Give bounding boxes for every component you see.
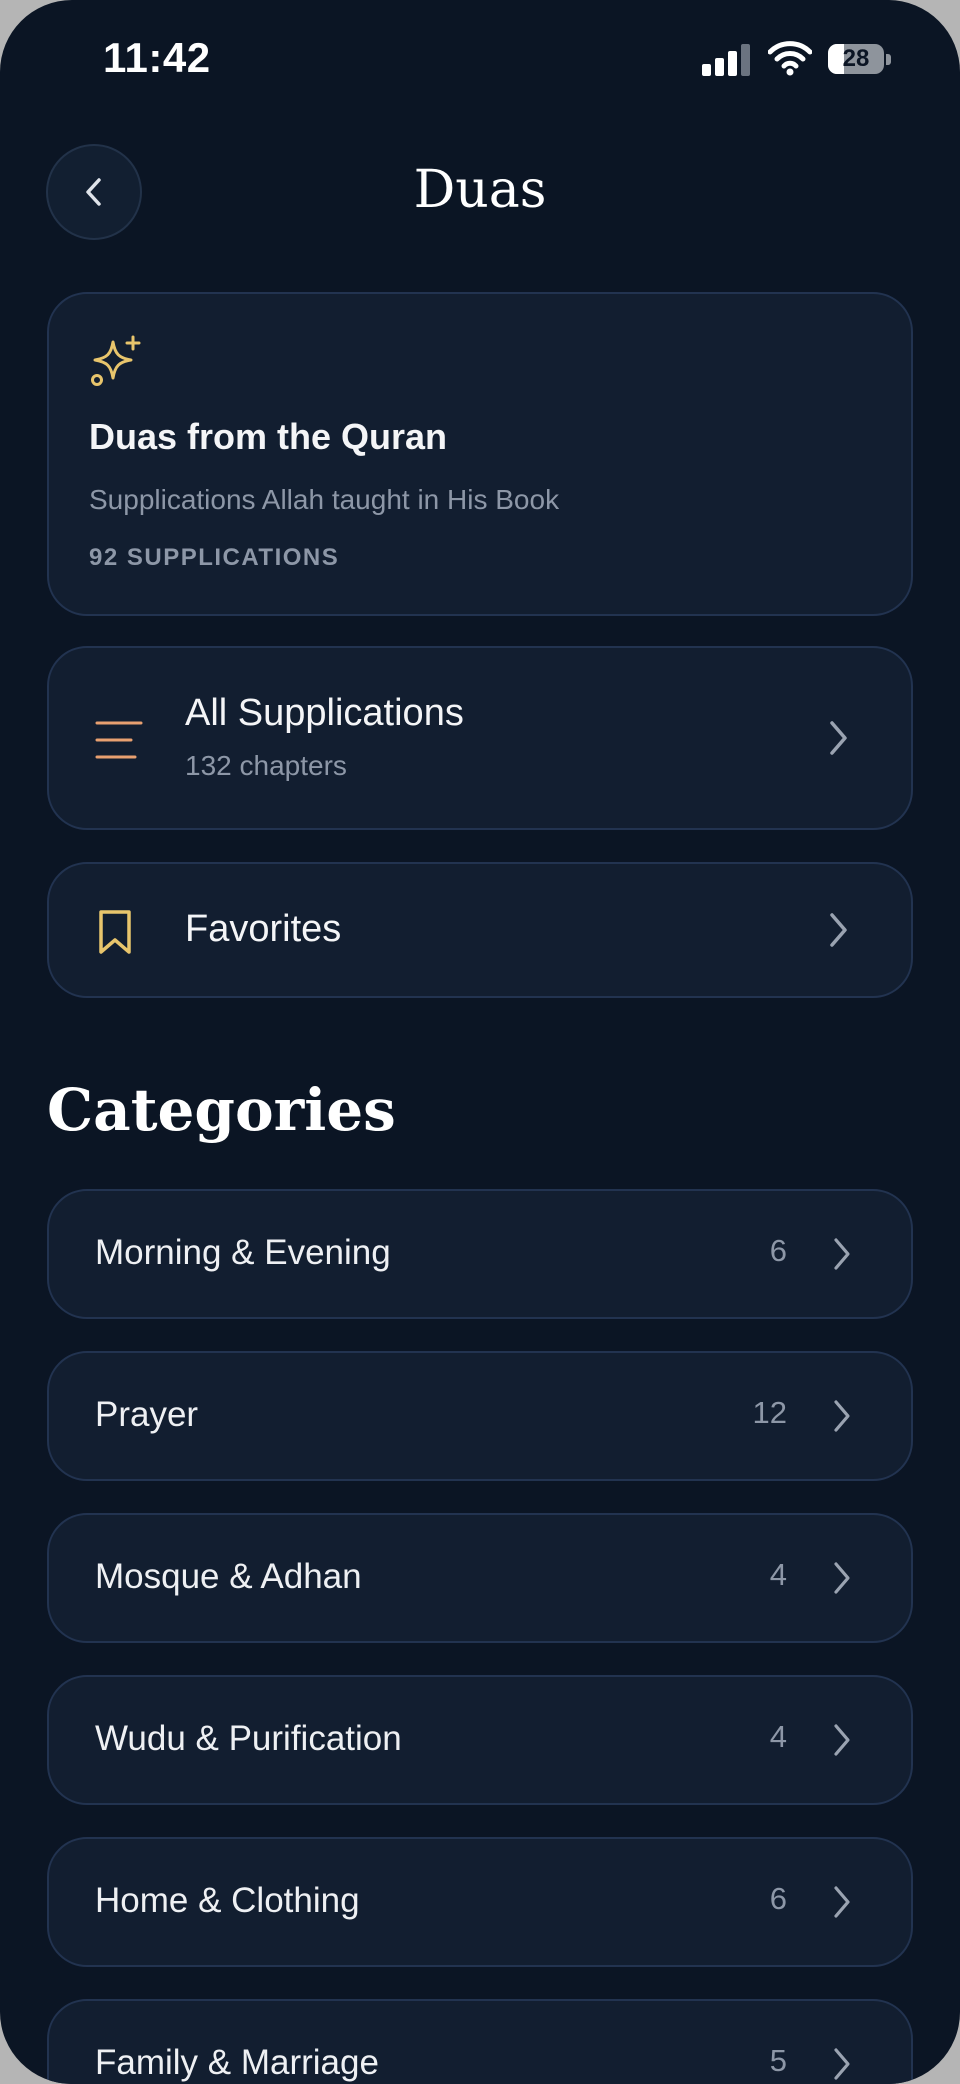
battery-indicator: 28 [828,44,892,76]
category-count: 12 [752,1395,787,1430]
category-label: Mosque & Adhan [95,1557,362,1596]
category-count: 4 [769,1719,787,1754]
chevron-right-icon [834,1724,850,1756]
category-label: Morning & Evening [95,1233,391,1272]
sparkle-icon [91,335,141,386]
chevron-right-icon [834,1886,850,1918]
chevron-right-icon [830,721,847,755]
phone-screen: 11:42 28 Duas Duas from the Quran Suppli… [0,0,960,2084]
category-item[interactable]: Home & Clothing 6 [47,1837,913,1967]
category-item[interactable]: Morning & Evening 6 [47,1189,913,1319]
all-supplications-button[interactable]: All Supplications 132 chapters [47,646,913,830]
quran-duas-card[interactable]: Duas from the Quran Supplications Allah … [47,292,913,616]
category-item[interactable]: Prayer 12 [47,1351,913,1481]
category-item[interactable]: Family & Marriage 5 [47,1999,913,2084]
list-lines-icon [95,721,143,759]
status-time: 11:42 [103,34,211,81]
favorites-label: Favorites [185,908,342,950]
featured-subtitle: Supplications Allah taught in His Book [89,484,560,515]
battery-level-text: 28 [842,45,870,72]
category-item[interactable]: Mosque & Adhan 4 [47,1513,913,1643]
all-supplications-label: All Supplications [185,692,464,734]
category-label: Home & Clothing [95,1881,360,1920]
category-count: 6 [769,1233,787,1268]
wifi-icon [768,41,812,76]
chevron-right-icon [834,1562,850,1594]
category-label: Family & Marriage [95,2043,379,2082]
category-label: Wudu & Purification [95,1719,402,1758]
chevron-right-icon [834,1400,850,1432]
bookmark-icon [99,910,131,954]
favorites-button[interactable]: Favorites [47,862,913,998]
category-count: 5 [769,2043,787,2078]
cellular-signal-icon [702,44,752,76]
category-item[interactable]: Wudu & Purification 4 [47,1675,913,1805]
chevron-right-icon [834,2048,850,2080]
category-label: Prayer [95,1395,199,1434]
category-count: 6 [769,1881,787,1916]
chevron-right-icon [834,1238,850,1270]
categories-heading: Categories [47,1076,396,1144]
featured-title: Duas from the Quran [89,416,448,457]
page-title: Duas [413,160,547,220]
chevron-right-icon [830,913,847,947]
category-count: 4 [769,1557,787,1592]
featured-count: 92 SUPPLICATIONS [89,544,340,571]
all-supplications-subtitle: 132 chapters [185,750,347,781]
